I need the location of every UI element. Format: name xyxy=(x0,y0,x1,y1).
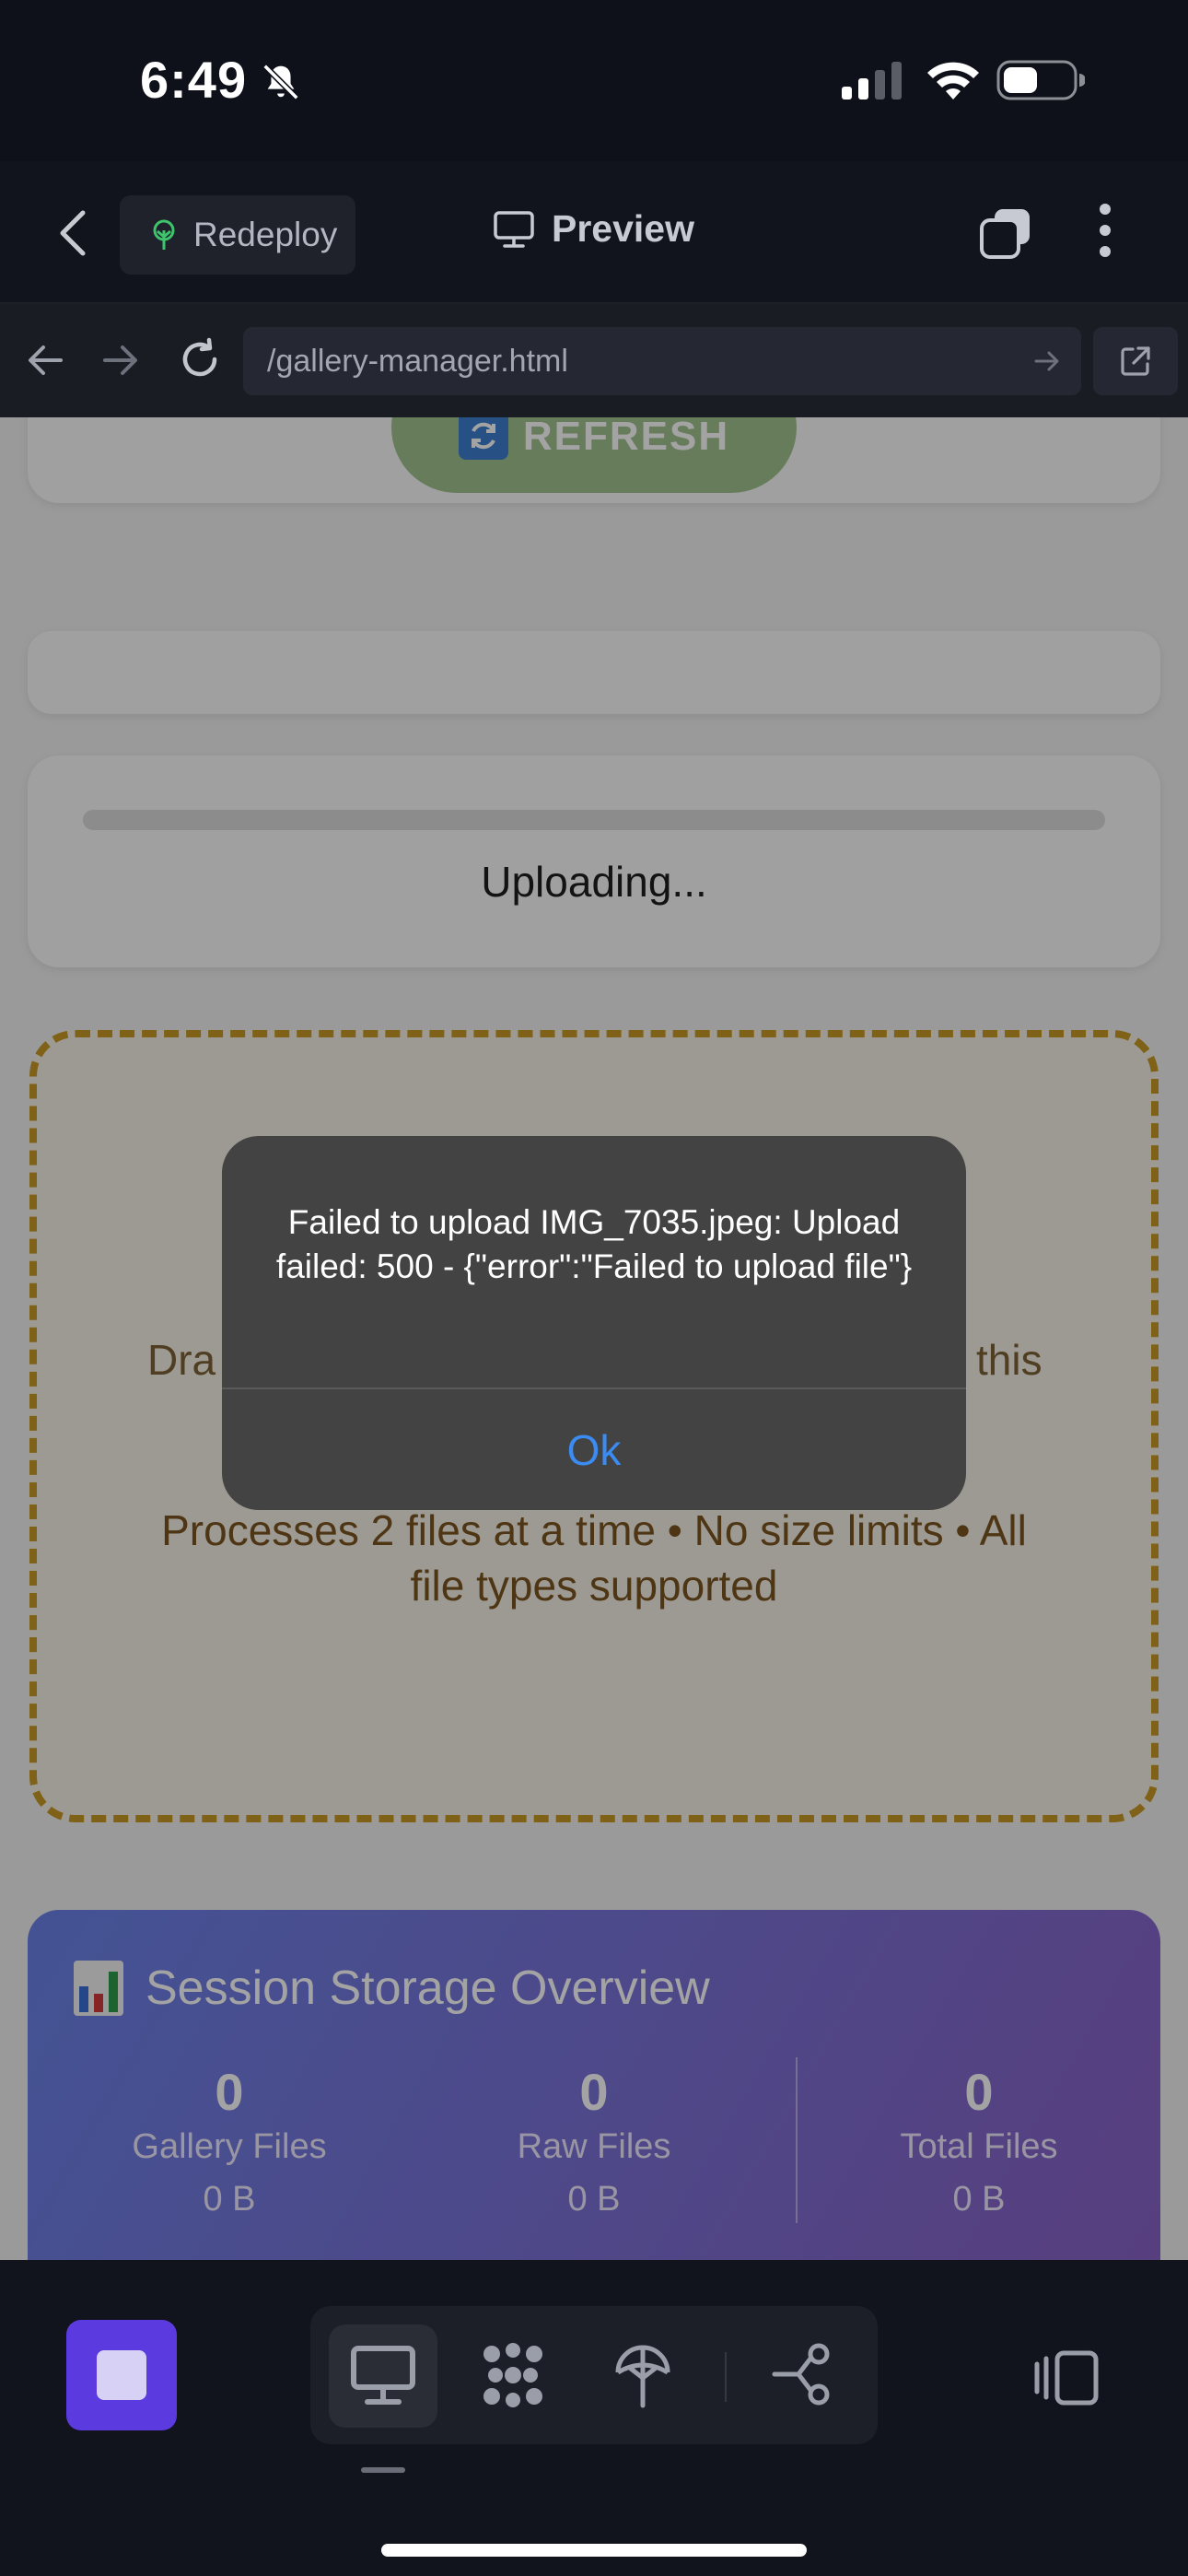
external-link-icon xyxy=(1121,346,1150,376)
monitor-icon[interactable] xyxy=(349,2341,417,2409)
bell-slash-icon xyxy=(262,64,299,100)
cellular-signal-icon xyxy=(842,62,902,100)
redeploy-label: Redeploy xyxy=(193,216,338,253)
stop-button[interactable] xyxy=(66,2320,177,2430)
arrow-right-icon[interactable] xyxy=(101,341,140,380)
error-alert-dialog: Failed to upload IMG_7035.jpeg: Upload f… xyxy=(222,1136,966,1510)
redeploy-button[interactable]: Redeploy xyxy=(120,195,355,275)
app-header: Redeploy Preview xyxy=(0,161,1188,304)
url-input[interactable]: /gallery-manager.html xyxy=(243,327,1081,395)
preview-title: Preview xyxy=(493,207,694,251)
go-arrow-icon[interactable] xyxy=(1033,347,1061,375)
agents-cluster-icon[interactable] xyxy=(479,2341,547,2409)
status-time: 6:49 xyxy=(140,51,248,109)
monitor-icon xyxy=(494,210,534,248)
browser-url-bar: /gallery-manager.html xyxy=(0,304,1188,417)
globe-tree-icon xyxy=(153,219,175,250)
side-panel-icon[interactable] xyxy=(1033,2349,1100,2406)
active-tab-indicator xyxy=(361,2467,405,2473)
reload-icon[interactable] xyxy=(178,337,222,381)
tabs-icon[interactable] xyxy=(978,205,1033,261)
alert-ok-button[interactable]: Ok xyxy=(222,1389,966,1510)
tool-separator xyxy=(725,2352,727,2402)
bottom-toolbar xyxy=(0,2260,1188,2576)
alert-message: Failed to upload IMG_7035.jpeg: Upload f… xyxy=(275,1203,913,1285)
home-indicator[interactable] xyxy=(381,2544,807,2557)
workflow-branch-icon[interactable] xyxy=(771,2341,839,2409)
battery-icon xyxy=(996,60,1085,100)
deploy-globe-icon[interactable] xyxy=(609,2341,677,2409)
view-switcher xyxy=(310,2306,878,2444)
back-chevron-icon[interactable] xyxy=(55,209,92,257)
arrow-left-icon[interactable] xyxy=(26,341,64,380)
open-external-button[interactable] xyxy=(1093,327,1178,395)
wifi-icon xyxy=(927,62,979,100)
url-text: /gallery-manager.html xyxy=(267,343,568,379)
stop-square-icon xyxy=(97,2350,146,2400)
preview-label: Preview xyxy=(552,207,694,250)
more-vertical-icon[interactable] xyxy=(1094,202,1116,259)
status-bar: 6:49 xyxy=(0,0,1188,161)
